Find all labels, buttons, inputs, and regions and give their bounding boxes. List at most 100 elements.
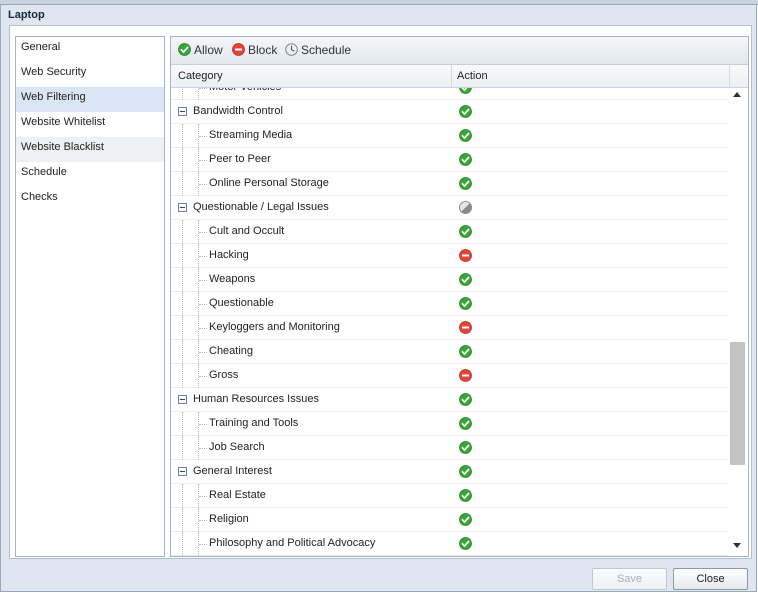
tree-connector (199, 544, 207, 545)
category-label: Questionable / Legal Issues (193, 201, 329, 213)
sidebar-item-checks[interactable]: Checks (16, 187, 164, 212)
tree-child-row[interactable]: Weapons (171, 268, 727, 292)
tree-connector (182, 244, 183, 268)
collapse-toggle-icon[interactable] (178, 203, 187, 212)
sidebar-item-web-filtering[interactable]: Web Filtering (16, 87, 164, 112)
category-tree: Motor Vehicles Bandwidth Control Streaming… (171, 88, 727, 556)
tree-child-row[interactable]: Peer to Peer (171, 148, 727, 172)
check-circle-icon[interactable] (459, 393, 472, 406)
vertical-scrollbar[interactable] (727, 88, 748, 556)
tree-child-row[interactable]: Training and Tools (171, 412, 727, 436)
tree-child-row[interactable]: Keyloggers and Monitoring (171, 316, 727, 340)
tree-connector (199, 328, 207, 329)
minus-circle-icon[interactable] (459, 369, 472, 382)
check-circle-icon[interactable] (459, 537, 472, 550)
column-divider[interactable] (451, 65, 452, 87)
tree-child-row[interactable]: Cheating (171, 340, 727, 364)
tree-connector (182, 220, 183, 244)
check-circle-icon[interactable] (459, 513, 472, 526)
tree-child-row[interactable]: Motor Vehicles (171, 88, 727, 100)
check-circle-icon[interactable] (459, 441, 472, 454)
tree-child-row[interactable]: Philosophy and Political Advocacy (171, 532, 727, 556)
tree-connector (199, 184, 207, 185)
category-label: Job Search (209, 441, 265, 453)
column-header-action[interactable]: Action (457, 65, 488, 87)
save-button[interactable]: Save (592, 568, 667, 590)
sidebar-item-schedule[interactable]: Schedule (16, 162, 164, 187)
tree-group-row[interactable]: Human Resources Issues (171, 388, 727, 412)
check-circle-icon[interactable] (459, 177, 472, 190)
check-circle-icon[interactable] (459, 465, 472, 478)
category-label: Hacking (209, 249, 249, 261)
category-label: Online Personal Storage (209, 177, 329, 189)
tree-connector (182, 532, 183, 556)
check-circle-icon[interactable] (459, 88, 472, 94)
category-label: Streaming Media (209, 129, 293, 141)
window-title: Laptop (8, 9, 45, 21)
tree-connector (199, 256, 207, 257)
tree-child-row[interactable]: Religion (171, 508, 727, 532)
scroll-up-arrow-icon[interactable] (733, 92, 741, 97)
tree-connector (199, 232, 207, 233)
column-header-category[interactable]: Category (178, 65, 223, 87)
category-label: Real Estate (209, 489, 266, 501)
check-circle-icon (178, 43, 191, 56)
check-circle-icon[interactable] (459, 417, 472, 430)
category-label: Peer to Peer (209, 153, 271, 165)
category-label: General Interest (193, 465, 272, 477)
allow-button-label: Allow (194, 43, 223, 57)
check-circle-icon[interactable] (459, 153, 472, 166)
tree-connector (199, 88, 207, 89)
category-label: Cult and Occult (209, 225, 285, 237)
collapse-toggle-icon[interactable] (178, 467, 187, 476)
half-circle-icon[interactable] (459, 201, 472, 214)
sidebar-item-website-whitelist[interactable]: Website Whitelist (16, 112, 164, 137)
tree-child-row[interactable]: Real Estate (171, 484, 727, 508)
tree-connector (182, 412, 183, 436)
tree-connector (182, 268, 183, 292)
category-label: Cheating (209, 345, 254, 357)
collapse-toggle-icon[interactable] (178, 395, 187, 404)
tree-child-row[interactable]: Hacking (171, 244, 727, 268)
category-label: Philosophy and Political Advocacy (209, 537, 376, 549)
settings-sidebar: General Web Security Web Filtering Websi… (15, 36, 165, 557)
scrollbar-thumb[interactable] (730, 342, 745, 465)
sidebar-item-website-blacklist[interactable]: Website Blacklist (16, 137, 164, 162)
minus-circle-icon[interactable] (459, 249, 472, 262)
tree-group-row[interactable]: Bandwidth Control (171, 100, 727, 124)
sidebar-item-general[interactable]: General (16, 37, 164, 62)
tree-connector (182, 436, 183, 460)
check-circle-icon[interactable] (459, 273, 472, 286)
tree-group-row[interactable]: Questionable / Legal Issues (171, 196, 727, 220)
tree-child-row[interactable]: Gross (171, 364, 727, 388)
tree-connector (199, 448, 207, 449)
sidebar-item-web-security[interactable]: Web Security (16, 62, 164, 87)
check-circle-icon[interactable] (459, 129, 472, 142)
tree-connector (182, 508, 183, 532)
tree-child-row[interactable]: Streaming Media (171, 124, 727, 148)
table-header: Category Action (171, 65, 748, 88)
check-circle-icon[interactable] (459, 345, 472, 358)
tree-child-row[interactable]: Cult and Occult (171, 220, 727, 244)
tree-group-row[interactable]: General Interest (171, 460, 727, 484)
tree-connector (199, 304, 207, 305)
tree-connector (199, 136, 207, 137)
tree-child-row[interactable]: Online Personal Storage (171, 172, 727, 196)
tree-child-row[interactable]: Job Search (171, 436, 727, 460)
check-circle-icon[interactable] (459, 297, 472, 310)
category-label: Human Resources Issues (193, 393, 319, 405)
tree-connector (182, 484, 183, 508)
check-circle-icon[interactable] (459, 225, 472, 238)
minus-circle-icon (232, 43, 245, 56)
scroll-down-arrow-icon[interactable] (733, 543, 741, 548)
tree-connector (199, 352, 207, 353)
tree-connector (199, 160, 207, 161)
close-button[interactable]: Close (673, 568, 748, 590)
check-circle-icon[interactable] (459, 105, 472, 118)
collapse-toggle-icon[interactable] (178, 107, 187, 116)
minus-circle-icon[interactable] (459, 321, 472, 334)
tree-child-row[interactable]: Questionable (171, 292, 727, 316)
tree-connector (182, 316, 183, 340)
check-circle-icon[interactable] (459, 489, 472, 502)
category-label: Training and Tools (209, 417, 299, 429)
